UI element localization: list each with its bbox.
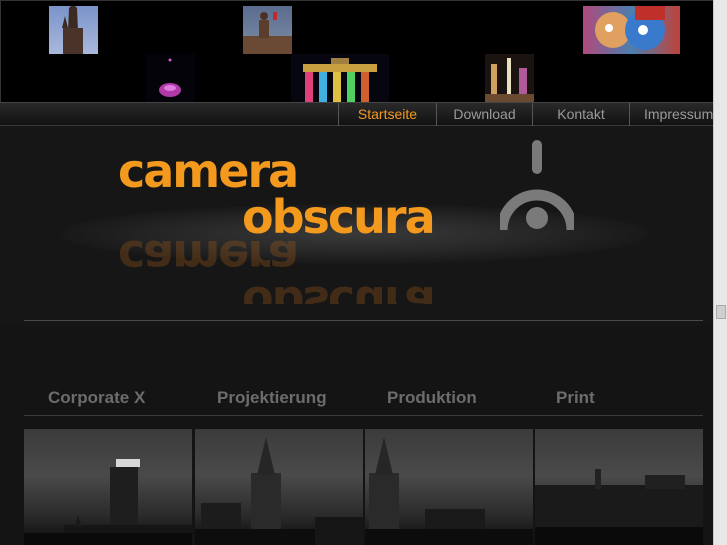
brandenburg-gate-photo[interactable]: [291, 54, 389, 102]
category-corporate-x[interactable]: Corporate X: [48, 388, 145, 408]
monument-photo[interactable]: [243, 6, 292, 54]
skyline-panel-print[interactable]: [535, 429, 703, 545]
section-divider: [24, 320, 703, 321]
page: Startseite Download Kontakt Impressum ca…: [0, 0, 713, 545]
nav-item-download[interactable]: Download: [436, 103, 532, 126]
category-nav: Corporate X Projektierung Produktion Pri…: [24, 386, 703, 416]
category-print[interactable]: Print: [556, 388, 595, 408]
skyline-panel-projektierung[interactable]: [195, 429, 363, 545]
category-projektierung[interactable]: Projektierung: [217, 388, 327, 408]
logo-line-camera: camera: [118, 144, 299, 198]
nav-item-startseite[interactable]: Startseite: [338, 103, 436, 126]
nav-item-impressum[interactable]: Impressum: [629, 103, 713, 126]
cathedral-photo[interactable]: [49, 6, 98, 54]
light-show-photo[interactable]: [146, 54, 195, 102]
photo-strip: [0, 0, 713, 102]
main-navigation: Startseite Download Kontakt Impressum: [0, 102, 713, 126]
skyline-panel-corporate-x[interactable]: [24, 429, 192, 545]
nav-item-kontakt[interactable]: Kontakt: [532, 103, 629, 126]
vertical-scrollbar[interactable]: [713, 0, 727, 545]
category-produktion[interactable]: Produktion: [387, 388, 477, 408]
illuminated-street-photo[interactable]: [485, 54, 534, 102]
skyline-panel-produktion[interactable]: [365, 429, 533, 545]
camera-lens-icon: [500, 140, 574, 231]
logo-reflection: obscura camera: [118, 234, 478, 304]
scrollbar-thumb[interactable]: [716, 305, 726, 319]
skyline-panels: [24, 429, 703, 545]
graffiti-photo[interactable]: [583, 6, 680, 54]
logo-reflection-camera: camera: [118, 234, 298, 284]
logo-banner: camera obscura obscura camera: [0, 126, 713, 326]
